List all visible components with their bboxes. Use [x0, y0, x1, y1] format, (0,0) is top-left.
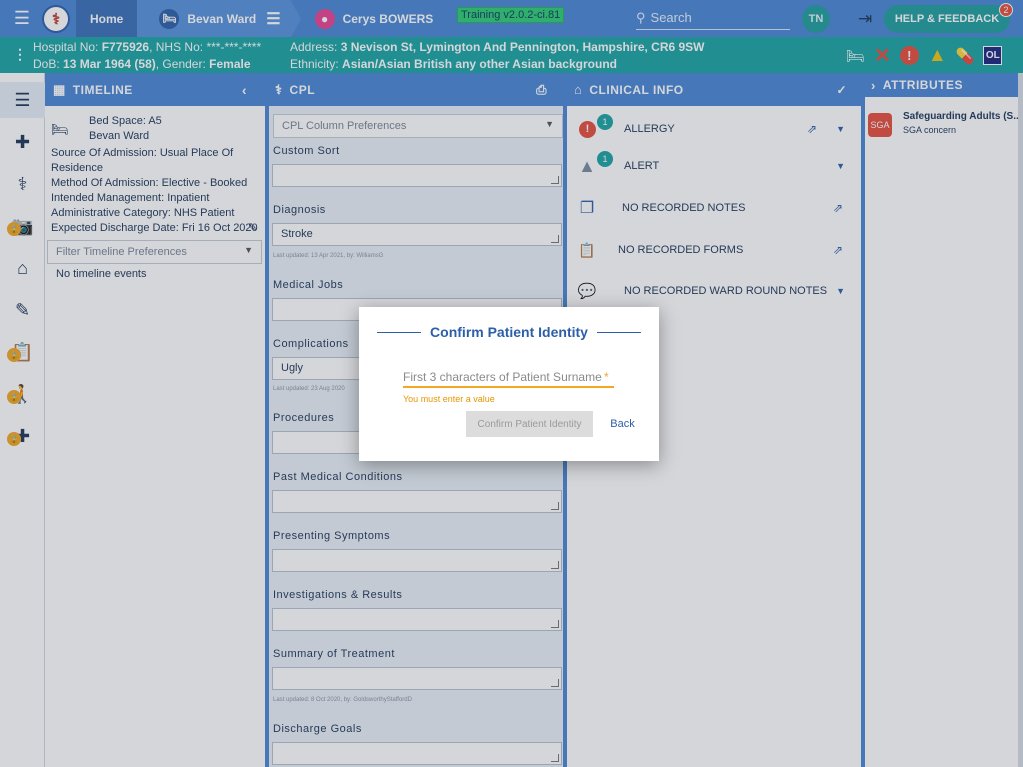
confirm-identity-dialog: Confirm Patient Identity * You must ente… [359, 307, 659, 461]
dialog-title: Confirm Patient Identity [430, 324, 588, 340]
required-mark: * [604, 370, 609, 384]
validation-error: You must enter a value [403, 394, 495, 404]
title-rule-left [377, 331, 422, 333]
dialog-title-row: Confirm Patient Identity [377, 324, 641, 340]
title-rule-right [596, 331, 641, 333]
surname-input[interactable] [403, 367, 614, 388]
confirm-identity-button[interactable]: Confirm Patient Identity [466, 411, 593, 437]
back-button[interactable]: Back [605, 411, 640, 437]
